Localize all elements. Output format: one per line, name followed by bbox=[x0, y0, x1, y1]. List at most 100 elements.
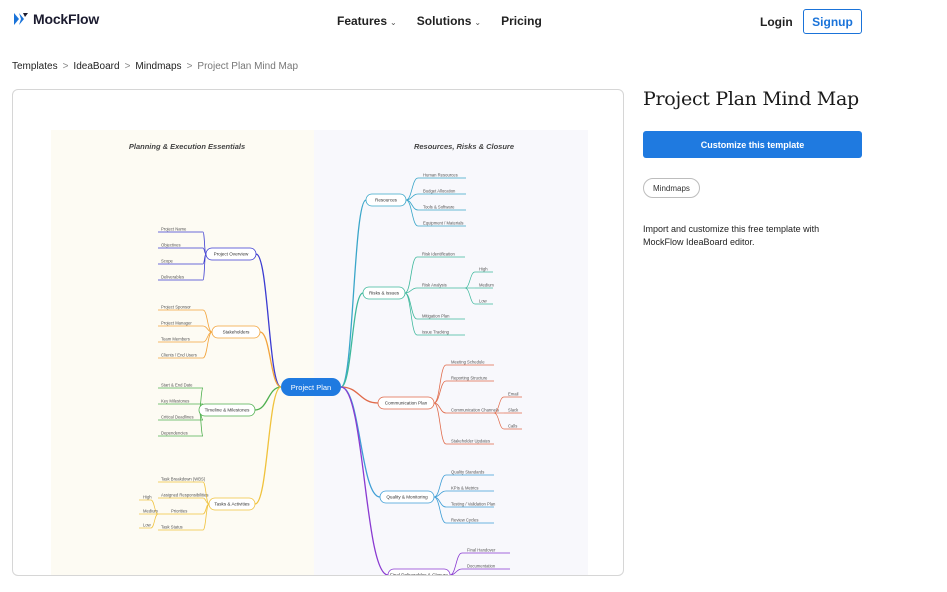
mindmap-child-label: Task Status bbox=[161, 525, 183, 530]
main-nav: Features ⌄ Solutions ⌄ Pricing bbox=[337, 14, 542, 28]
mindmap-connector bbox=[433, 364, 447, 404]
mindmap-subchild-label: High bbox=[143, 495, 152, 500]
mindmap-child-label: Equipment / Materials bbox=[423, 221, 464, 226]
chevron-down-icon: ⌄ bbox=[390, 17, 397, 27]
breadcrumb-separator: > bbox=[62, 61, 69, 72]
mindmap-child-label: Key Milestones bbox=[161, 399, 189, 404]
mindmap-child-label: Quality Standards bbox=[451, 470, 484, 475]
breadcrumb-ideaboard[interactable]: IdeaBoard bbox=[73, 61, 119, 72]
mindmap-branch-node: Communication Plan bbox=[385, 401, 428, 406]
page-title: Project Plan Mind Map bbox=[643, 88, 859, 110]
mindmap-child-label: Communication Channels bbox=[451, 408, 499, 413]
mindmap-subchild-label: Low bbox=[143, 523, 152, 528]
login-link[interactable]: Login bbox=[760, 15, 793, 29]
site-header: MockFlow Features ⌄ Solutions ⌄ Pricing … bbox=[0, 0, 947, 44]
mindmap-branch-node: Stakeholders bbox=[223, 330, 251, 335]
mindmap-child-label: Objectives bbox=[161, 243, 181, 248]
mindmap-child-label: Team Members bbox=[161, 337, 190, 342]
mindmap-branch-node: Tasks & Activities bbox=[214, 502, 250, 507]
mindmap-branch-node: Risks & Issues bbox=[369, 291, 400, 296]
logo[interactable]: MockFlow bbox=[13, 11, 99, 27]
logo-text: MockFlow bbox=[33, 11, 100, 27]
nav-solutions-label: Solutions bbox=[416, 14, 472, 28]
mindmap-connector bbox=[433, 496, 447, 524]
mindmap-child-label: Stakeholder Updates bbox=[451, 439, 490, 444]
mindmap-branch-node: Project Overview bbox=[214, 252, 249, 257]
mindmap-child-label: Risk Identification bbox=[422, 252, 455, 257]
mindmap-child-label: Meeting Schedule bbox=[451, 360, 485, 365]
mindmap-child-label: Issue Tracking bbox=[422, 330, 450, 335]
breadcrumb-separator: > bbox=[186, 61, 193, 72]
mindmap-child-label: Start & End Date bbox=[161, 383, 193, 388]
breadcrumb-mindmaps[interactable]: Mindmaps bbox=[135, 61, 181, 72]
mindmap-connector bbox=[202, 331, 213, 359]
mindmap-connector bbox=[493, 412, 505, 430]
mindmap-child-label: Task Breakdown (WBS) bbox=[161, 477, 206, 482]
mindmap-child-label: Tools & Software bbox=[423, 205, 455, 210]
mindmap-connector bbox=[150, 513, 159, 529]
mindmap-center-label: Project Plan bbox=[291, 383, 331, 392]
mindmap-connector bbox=[433, 402, 447, 445]
mockflow-logo-icon bbox=[14, 13, 28, 25]
mindmap-left-heading: Planning & Execution Essentials bbox=[129, 142, 245, 151]
mindmap-branch-node: Timeline & Milestones bbox=[205, 408, 250, 413]
nav-solutions[interactable]: Solutions ⌄ bbox=[417, 14, 481, 28]
nav-pricing-label: Pricing bbox=[501, 14, 542, 28]
mindmap-child-label: Project Sponsor bbox=[161, 305, 191, 310]
mindmap-subchild-label: High bbox=[479, 267, 488, 272]
mindmap-connector bbox=[405, 199, 419, 227]
mindmap-connector bbox=[464, 271, 476, 289]
mindmap-connector bbox=[340, 386, 381, 498]
mindmap-child-label: Risk Analysis bbox=[422, 283, 447, 288]
mindmap-subchild-label: Slack bbox=[508, 408, 519, 413]
mindmap-child-label: Review Cycles bbox=[451, 518, 478, 523]
mindmap-child-label: Priorities bbox=[171, 509, 187, 514]
mindmap-child-label: Documentation bbox=[467, 564, 496, 569]
mindmap-child-label: Budget Allocation bbox=[423, 189, 456, 194]
mindmap-svg: Planning & Execution Essentials Resources… bbox=[129, 142, 522, 576]
nav-features[interactable]: Features ⌄ bbox=[337, 14, 397, 28]
mindmap-child-label: Critical Deadlines bbox=[161, 415, 194, 420]
mindmap-branch-node: Resources bbox=[375, 198, 398, 203]
mindmap-connector bbox=[340, 386, 379, 404]
breadcrumb: Templates > IdeaBoard > Mindmaps > Proje… bbox=[12, 61, 298, 72]
mindmap-child-label: Assigned Responsibilities bbox=[161, 493, 208, 498]
mindmap-child-label: Reporting Structure bbox=[451, 376, 488, 381]
mindmap-child-label: Human Resources bbox=[423, 173, 458, 178]
mindmap-branch-node: Final Deliverables & Closure bbox=[390, 573, 448, 576]
mindmap-connector bbox=[340, 386, 389, 575]
mindmap-child-label: Mitigation Plan bbox=[422, 314, 450, 319]
customize-template-button[interactable]: Customize this template bbox=[643, 131, 862, 158]
mindmap-connector bbox=[404, 292, 418, 336]
tag-mindmaps[interactable]: Mindmaps bbox=[643, 178, 700, 198]
mindmap-child-label: Final Handover bbox=[467, 548, 496, 553]
mindmap-subchild-label: Calls bbox=[508, 424, 517, 429]
breadcrumb-templates[interactable]: Templates bbox=[12, 61, 58, 72]
mindmap-canvas: Planning & Execution Essentials Resources… bbox=[51, 130, 588, 576]
mindmap-connector bbox=[202, 247, 207, 255]
mindmap-connector bbox=[404, 256, 418, 294]
mindmap-child-label: Project Name bbox=[161, 227, 187, 232]
mindmap-subchild-label: Low bbox=[479, 299, 488, 304]
chevron-down-icon: ⌄ bbox=[474, 17, 482, 27]
mindmap-subchild-label: Medium bbox=[143, 509, 158, 514]
mindmap-connector bbox=[464, 287, 476, 305]
mindmap-connector bbox=[255, 253, 282, 388]
mindmap-child-label: Project Manager bbox=[161, 321, 192, 326]
breadcrumb-current: Project Plan Mind Map bbox=[197, 61, 299, 72]
mindmap-child-label: Dependencies bbox=[161, 431, 188, 436]
mindmap-child-label: Deliverables bbox=[161, 275, 184, 280]
mindmap-child-label: Testing / Validation Plan bbox=[451, 502, 496, 507]
breadcrumb-separator: > bbox=[124, 61, 131, 72]
nav-pricing[interactable]: Pricing bbox=[501, 14, 542, 28]
template-preview[interactable]: Planning & Execution Essentials Resources… bbox=[12, 89, 624, 576]
mindmap-child-label: Clients / End Users bbox=[161, 353, 197, 358]
mindmap-child-label: KPIs & Metrics bbox=[451, 486, 478, 491]
signup-button[interactable]: Signup bbox=[803, 9, 862, 34]
mindmap-connector bbox=[254, 386, 282, 505]
mindmap-right-heading: Resources, Risks & Closure bbox=[414, 142, 514, 151]
mindmap-subchild-label: Email bbox=[508, 392, 519, 397]
template-description: Import and customize this free template … bbox=[643, 224, 820, 247]
mindmap-subchild-label: Medium bbox=[479, 283, 494, 288]
nav-features-label: Features bbox=[337, 14, 388, 28]
